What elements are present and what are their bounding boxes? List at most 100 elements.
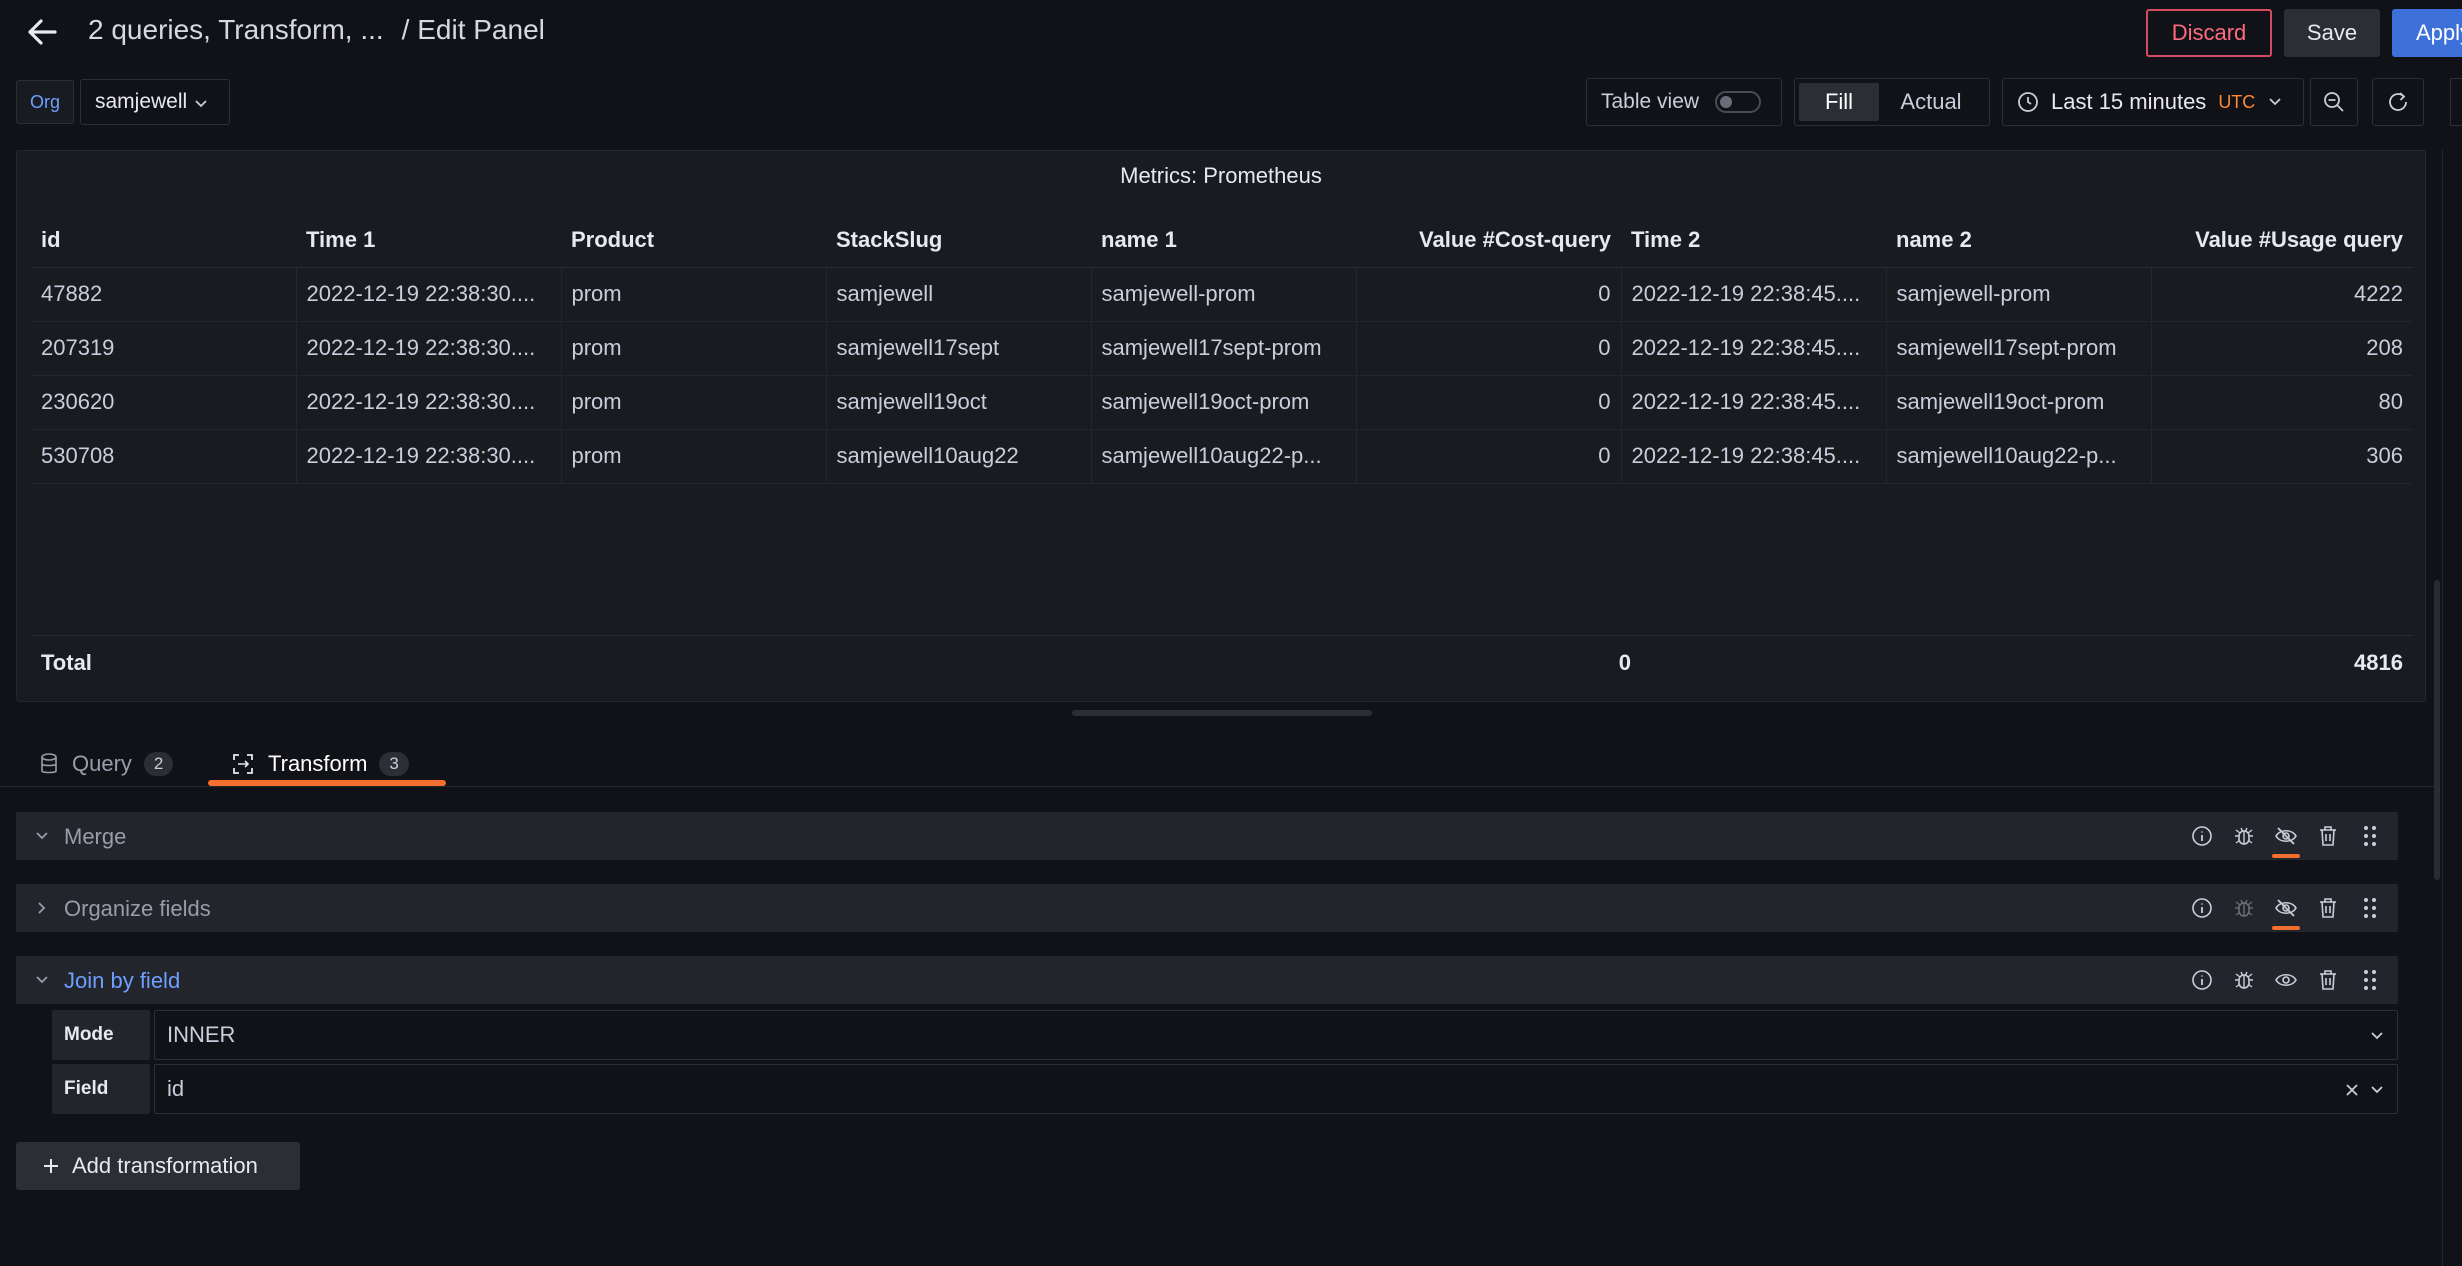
drag-handle-icon[interactable] [2356, 820, 2384, 852]
table-cell: 207319 [31, 321, 297, 376]
tab-query-count: 2 [143, 752, 174, 776]
options-pane-edge [2450, 78, 2462, 126]
drag-handle-icon[interactable] [2356, 964, 2384, 996]
table-cell: 2022-12-19 22:38:45.... [1621, 375, 1887, 430]
actual-button[interactable]: Actual [1879, 83, 1983, 121]
table-cell: prom [561, 429, 827, 484]
database-icon [40, 753, 58, 775]
chevron-right-icon[interactable] [30, 896, 54, 920]
trash-icon[interactable] [2314, 964, 2342, 996]
org-select-value: samjewell [95, 90, 188, 113]
back-arrow-icon[interactable] [22, 12, 62, 52]
total-label: Total [41, 650, 92, 675]
eye-slash-icon[interactable] [2272, 820, 2300, 858]
table-cell: samjewell17sept-prom [1886, 321, 2152, 376]
bug-icon[interactable] [2230, 892, 2258, 924]
table-cell: 208 [2151, 321, 2413, 376]
transform-icon [232, 753, 254, 775]
column-header[interactable]: name 1 [1091, 213, 1356, 268]
apply-button[interactable]: Apply [2392, 9, 2462, 57]
clock-icon [2017, 91, 2039, 113]
table-view-label: Table view [1601, 90, 1700, 113]
column-header[interactable]: id [31, 213, 296, 268]
column-header[interactable]: name 2 [1886, 213, 2151, 268]
tab-transform-count: 3 [379, 752, 409, 776]
transformation-name: Join by field [64, 968, 181, 993]
column-header[interactable]: Time 1 [296, 213, 561, 268]
refresh-button[interactable] [2372, 78, 2424, 126]
breadcrumb-edit-panel: / Edit Panel [401, 14, 545, 45]
table-cell: 0 [1356, 267, 1622, 322]
drag-handle-icon[interactable] [2356, 892, 2384, 924]
table-cell: samjewell-prom [1091, 267, 1357, 322]
mode-select[interactable]: INNER [154, 1010, 2398, 1060]
discard-button[interactable]: Discard [2146, 9, 2272, 57]
table-cell: samjewell19oct-prom [1886, 375, 2152, 430]
table-view-switch[interactable] [1715, 91, 1762, 113]
column-header[interactable]: Value #Usage query [2151, 213, 2413, 268]
table-row: 530708 2022-12-19 22:38:30.... prom samj… [31, 429, 2413, 484]
page-title: 2 queries, Transform, ... / Edit Panel [88, 14, 545, 46]
org-badge: Org [16, 80, 74, 124]
time-range-picker[interactable]: Last 15 minutes UTC [2002, 78, 2304, 126]
table-cell: 0 [1356, 321, 1622, 376]
transformation-merge[interactable]: Merge [16, 812, 2398, 860]
total-usage-value: 4816 [2354, 650, 2403, 675]
table-cell: 2022-12-19 22:38:30.... [296, 375, 562, 430]
data-table: id Time 1 Product StackSlug name 1 Value… [31, 213, 2413, 484]
trash-icon[interactable] [2314, 892, 2342, 924]
panel-resize-handle[interactable] [1072, 710, 1372, 716]
info-icon[interactable] [2188, 820, 2216, 852]
fill-actual-group: Fill Actual [1794, 78, 1990, 126]
zoom-out-button[interactable] [2310, 78, 2358, 126]
fill-button[interactable]: Fill [1799, 83, 1879, 121]
plus-icon [42, 1157, 60, 1175]
transformation-join-by-field[interactable]: Join by field [16, 956, 2398, 1004]
chevron-down-icon[interactable] [30, 824, 54, 848]
scrollbar[interactable] [2434, 580, 2440, 880]
clear-icon[interactable] [2345, 1079, 2359, 1101]
table-cell: 306 [2151, 429, 2413, 484]
chevron-down-icon [195, 90, 207, 114]
total-cost-value: 0 [1618, 650, 1631, 675]
chevron-down-icon[interactable] [30, 968, 54, 992]
add-transformation-label: Add transformation [72, 1153, 258, 1178]
field-label: Field [52, 1064, 150, 1114]
tab-transform[interactable]: Transform 3 [232, 744, 409, 784]
info-icon[interactable] [2188, 892, 2216, 924]
info-icon[interactable] [2188, 964, 2216, 996]
eye-slash-icon[interactable] [2272, 892, 2300, 930]
column-header[interactable]: Value #Cost-query [1356, 213, 1621, 268]
table-cell: 2022-12-19 22:38:45.... [1621, 429, 1887, 484]
column-header[interactable]: Product [561, 213, 826, 268]
table-cell: 230620 [31, 375, 297, 430]
field-select[interactable]: id [154, 1064, 2398, 1114]
table-row: 207319 2022-12-19 22:38:30.... prom samj… [31, 321, 2413, 376]
trash-icon[interactable] [2314, 820, 2342, 852]
dashboard-title[interactable]: 2 queries, Transform, ... [88, 14, 384, 45]
table-cell: 2022-12-19 22:38:45.... [1621, 321, 1887, 376]
tab-query[interactable]: Query 2 [40, 744, 174, 784]
table-cell: samjewell [826, 267, 1092, 322]
table-cell: 80 [2151, 375, 2413, 430]
table-cell: 0 [1356, 375, 1622, 430]
eye-icon[interactable] [2272, 964, 2300, 996]
column-header[interactable]: StackSlug [826, 213, 1091, 268]
bug-icon[interactable] [2230, 964, 2258, 996]
column-header[interactable]: Time 2 [1621, 213, 1886, 268]
org-select[interactable]: samjewell [80, 79, 230, 125]
add-transformation-button[interactable]: Add transformation [16, 1142, 300, 1190]
bug-icon[interactable] [2230, 820, 2258, 852]
field-select-value: id [167, 1076, 185, 1101]
disabled-indicator [2272, 854, 2300, 858]
save-button[interactable]: Save [2284, 9, 2380, 57]
tabs-divider [0, 786, 2440, 787]
transformation-name: Organize fields [64, 896, 211, 921]
table-cell: prom [561, 375, 827, 430]
table-row: 47882 2022-12-19 22:38:30.... prom samje… [31, 267, 2413, 322]
top-bar: 2 queries, Transform, ... / Edit Panel Di… [0, 0, 2462, 66]
table-cell: 2022-12-19 22:38:30.... [296, 267, 562, 322]
transformation-organize-fields[interactable]: Organize fields [16, 884, 2398, 932]
chevron-down-icon [2371, 1025, 2383, 1047]
table-cell: 2022-12-19 22:38:30.... [296, 321, 562, 376]
